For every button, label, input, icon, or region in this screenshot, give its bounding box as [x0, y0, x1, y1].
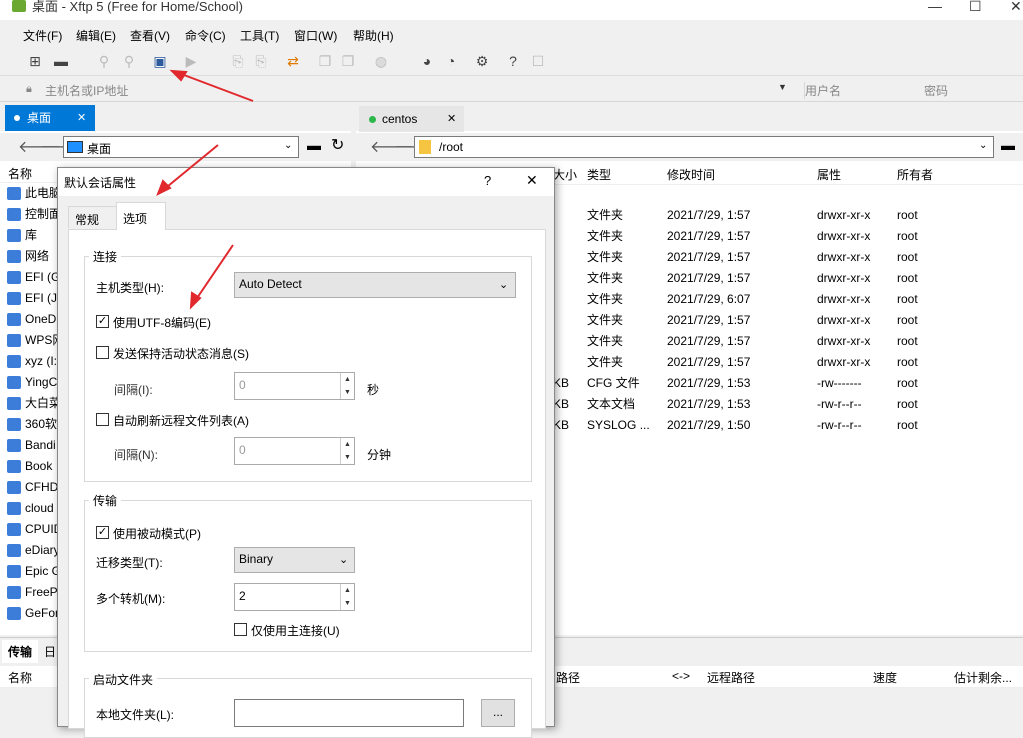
arrow-2: [161, 144, 219, 192]
tab-options[interactable]: 选项: [116, 202, 166, 230]
arrow-1-head: [169, 69, 188, 82]
arrow-3: [192, 244, 234, 305]
arrow-1: [175, 71, 254, 102]
arrow-2-head: [156, 179, 172, 197]
annotation-arrows: [156, 69, 254, 310]
